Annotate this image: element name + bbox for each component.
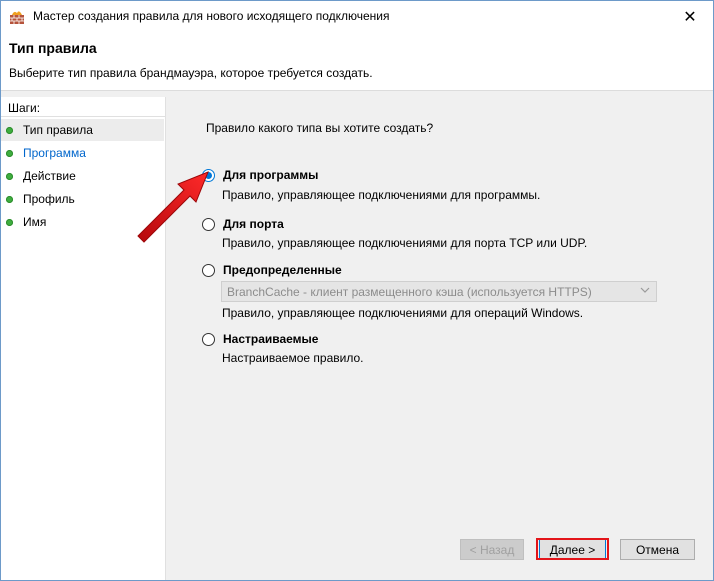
step-label: Программа <box>23 146 86 160</box>
step-label: Действие <box>23 169 76 183</box>
step-program[interactable]: Программа <box>1 142 164 164</box>
close-icon: ✕ <box>683 8 697 26</box>
step-label: Профиль <box>23 192 75 206</box>
radio-custom[interactable] <box>202 332 215 346</box>
cancel-button[interactable]: Отмена <box>620 539 695 560</box>
option-predefined[interactable]: Предопределенные <box>202 263 342 277</box>
radio-predefined[interactable] <box>202 263 215 277</box>
option-label[interactable]: Настраиваемые <box>223 332 318 346</box>
step-label: Тип правила <box>23 123 93 137</box>
close-button[interactable]: ✕ <box>667 1 713 32</box>
green-dot-icon <box>6 126 13 134</box>
predefined-select[interactable]: BranchCache - клиент размещенного кэша (… <box>221 281 657 302</box>
firewall-wall-icon <box>9 9 25 25</box>
next-button[interactable]: Далее > <box>539 539 606 560</box>
question-text: Правило какого типа вы хотите создать? <box>206 121 434 135</box>
main-content: Правило какого типа вы хотите создать? Д… <box>166 97 713 580</box>
predefined-select-value: BranchCache - клиент размещенного кэша (… <box>227 285 592 299</box>
step-label: Имя <box>23 215 47 229</box>
step-action[interactable]: Действие <box>1 165 164 187</box>
radio-program[interactable] <box>202 168 215 182</box>
page-title: Тип правила <box>9 40 97 56</box>
option-description: Правило, управляющее подключениями для п… <box>222 188 541 202</box>
option-label[interactable]: Для порта <box>223 217 284 231</box>
green-dot-icon <box>6 218 13 226</box>
green-dot-icon <box>6 195 13 203</box>
option-label[interactable]: Для программы <box>223 168 318 182</box>
wizard-window: Мастер создания правила для нового исход… <box>0 0 714 581</box>
wizard-header: Тип правила Выберите тип правила брандма… <box>1 32 713 91</box>
step-rule-type[interactable]: Тип правила <box>1 119 164 141</box>
option-description: Правило, управляющее подключениями для о… <box>222 306 584 320</box>
back-button[interactable]: < Назад <box>460 539 524 560</box>
option-custom[interactable]: Настраиваемые <box>202 332 318 346</box>
option-program[interactable]: Для программы <box>202 168 318 182</box>
green-dot-icon <box>6 172 13 180</box>
title-bar: Мастер создания правила для нового исход… <box>1 1 713 32</box>
option-description: Настраиваемое правило. <box>222 351 364 365</box>
radio-port[interactable] <box>202 217 215 231</box>
steps-panel: Шаги: Тип правила Программа Действие Про… <box>1 97 166 580</box>
page-description: Выберите тип правила брандмауэра, которо… <box>9 66 373 80</box>
step-name[interactable]: Имя <box>1 211 164 233</box>
option-label[interactable]: Предопределенные <box>223 263 342 277</box>
window-title: Мастер создания правила для нового исход… <box>33 9 390 23</box>
steps-divider <box>1 116 165 117</box>
option-port[interactable]: Для порта <box>202 217 284 231</box>
step-profile[interactable]: Профиль <box>1 188 164 210</box>
green-dot-icon <box>6 149 13 157</box>
steps-title: Шаги: <box>8 101 41 115</box>
option-description: Правило, управляющее подключениями для п… <box>222 236 588 250</box>
chevron-down-icon <box>640 285 650 298</box>
